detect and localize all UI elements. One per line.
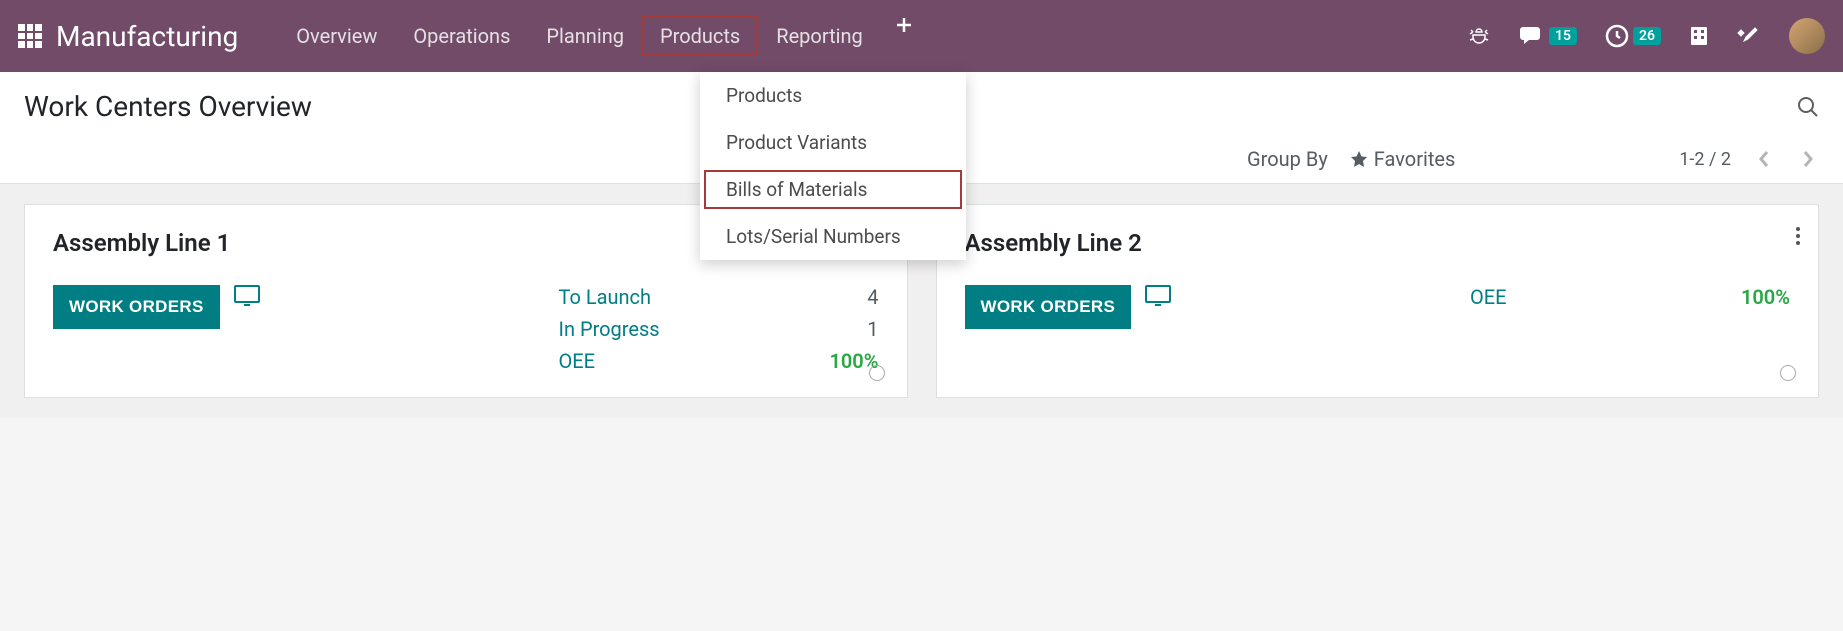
company-icon[interactable]	[1689, 25, 1709, 47]
stat-value: 100%	[1741, 285, 1790, 309]
apps-icon[interactable]	[18, 24, 42, 48]
workcenter-card: Assembly Line 2 WORK ORDERS OEE 100%	[936, 204, 1820, 398]
main-header: Manufacturing Overview Operations Planni…	[0, 0, 1843, 72]
stat-label[interactable]: OEE	[1470, 285, 1507, 309]
card-menu-icon[interactable]	[1796, 227, 1800, 245]
activities-badge: 26	[1633, 27, 1661, 45]
favorites-label: Favorites	[1374, 147, 1456, 171]
nav-reporting[interactable]: Reporting	[758, 16, 881, 56]
nav-planning[interactable]: Planning	[528, 16, 642, 56]
nav-operations[interactable]: Operations	[395, 16, 528, 56]
work-orders-button[interactable]: WORK ORDERS	[965, 285, 1132, 329]
bug-icon[interactable]	[1467, 24, 1491, 48]
dropdown-product-variants[interactable]: Product Variants	[700, 119, 966, 166]
plus-icon[interactable]	[895, 16, 913, 56]
stat-label[interactable]: To Launch	[559, 285, 652, 309]
stat-label[interactable]: In Progress	[559, 317, 660, 341]
main-nav: Overview Operations Planning Products Re…	[278, 16, 912, 56]
discuss-badge: 15	[1549, 27, 1577, 45]
favorites[interactable]: Favorites	[1350, 147, 1456, 171]
dropdown-lots-serial[interactable]: Lots/Serial Numbers	[700, 213, 966, 260]
group-by-label: Group By	[1247, 147, 1328, 171]
stat-value: 4	[867, 285, 878, 309]
nav-overview[interactable]: Overview	[278, 16, 395, 56]
pager-next[interactable]	[1797, 149, 1819, 169]
discuss-icon[interactable]: 15	[1519, 25, 1577, 47]
page-title: Work Centers Overview	[24, 90, 312, 123]
activities-icon[interactable]: 26	[1605, 24, 1661, 48]
tablet-icon[interactable]	[1145, 285, 1171, 307]
user-avatar[interactable]	[1789, 18, 1825, 54]
tools-icon[interactable]	[1737, 24, 1761, 48]
search-icon[interactable]	[1797, 96, 1819, 118]
status-dot[interactable]	[869, 365, 885, 381]
pager-prev[interactable]	[1753, 149, 1775, 169]
pager-text: 1-2 / 2	[1679, 149, 1731, 170]
products-dropdown: Products Product Variants Bills of Mater…	[700, 72, 966, 260]
work-orders-button[interactable]: WORK ORDERS	[53, 285, 220, 329]
stat-value: 1	[867, 317, 878, 341]
stat-label[interactable]: OEE	[559, 349, 596, 373]
status-dot[interactable]	[1780, 365, 1796, 381]
card-title: Assembly Line 2	[965, 229, 1791, 257]
header-right: 15 26	[1467, 18, 1825, 54]
dropdown-bills-of-materials[interactable]: Bills of Materials	[700, 166, 966, 213]
group-by[interactable]: Group By	[1247, 147, 1328, 171]
tablet-icon[interactable]	[234, 285, 260, 307]
app-brand[interactable]: Manufacturing	[56, 20, 238, 53]
nav-products[interactable]: Products	[642, 16, 758, 56]
dropdown-products[interactable]: Products	[700, 72, 966, 119]
